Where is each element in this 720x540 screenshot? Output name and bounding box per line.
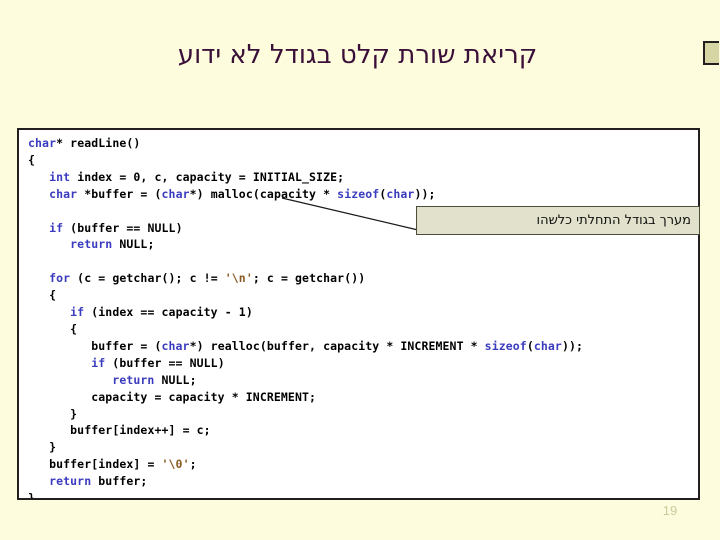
code-listing: char* readLine() { int index = 0, c, cap…: [28, 136, 584, 500]
corner-decoration-icon: [703, 41, 719, 65]
page-title: קריאת שורת קלט בגודל לא ידוע: [177, 40, 538, 70]
slide: קריאת שורת קלט בגודל לא ידוע char* readL…: [0, 0, 720, 540]
callout-box: מערך בגודל התחלתי כלשהו: [416, 206, 700, 235]
page-number: 19: [662, 503, 678, 518]
code-block: char* readLine() { int index = 0, c, cap…: [17, 128, 700, 500]
callout-label: מערך בגודל התחלתי כלשהו: [536, 213, 691, 228]
